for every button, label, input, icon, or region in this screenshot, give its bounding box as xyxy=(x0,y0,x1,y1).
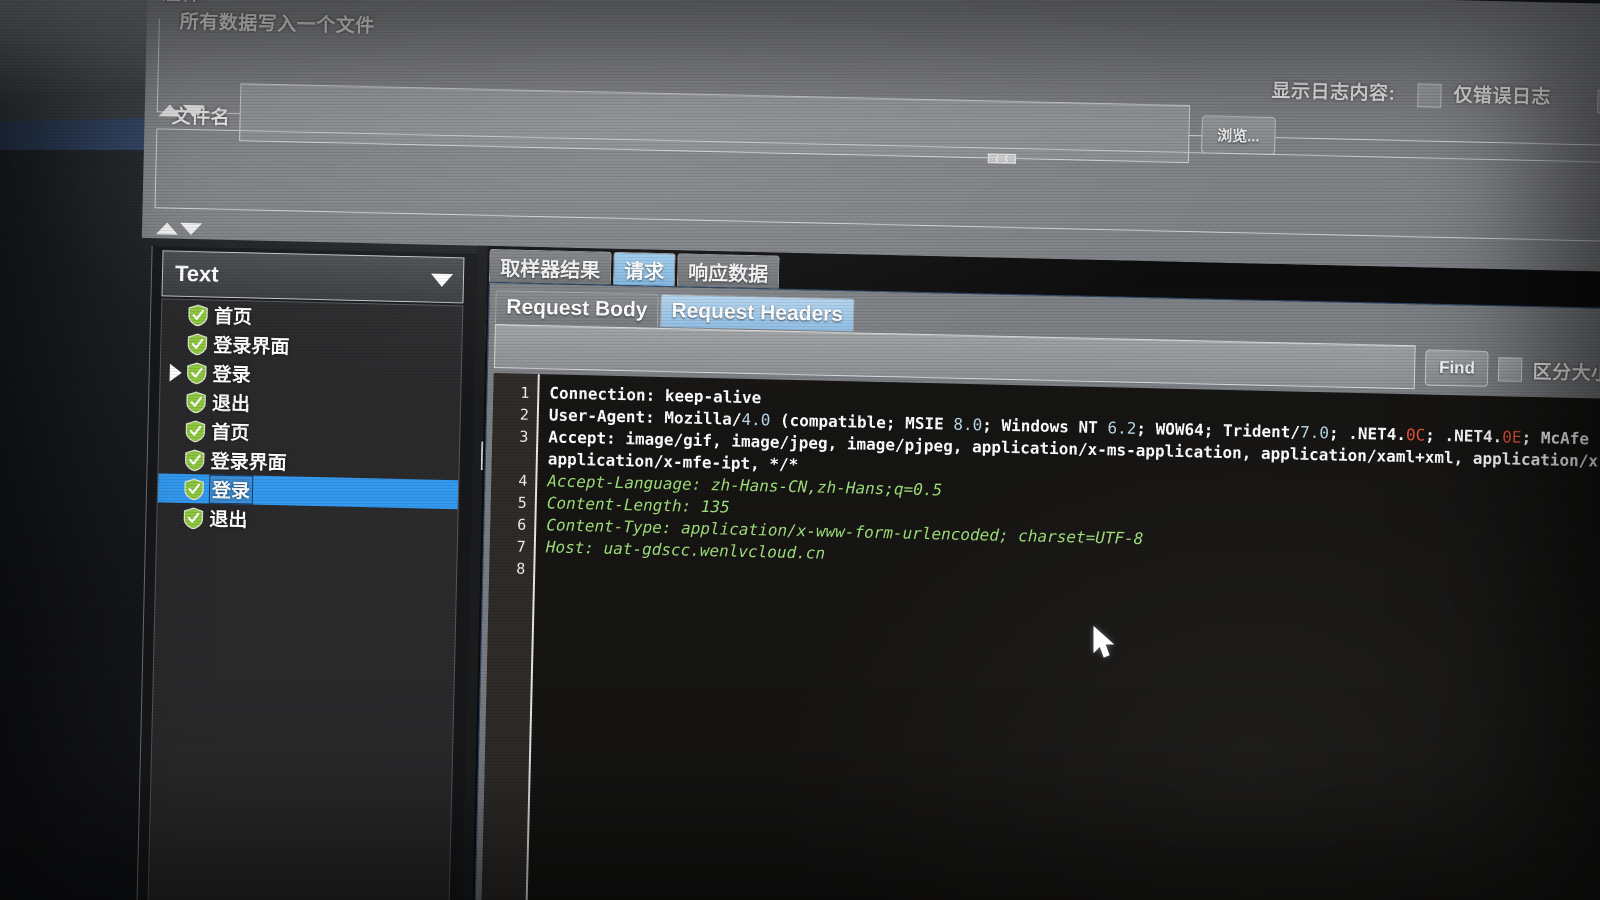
jmeter-window: 注释: 所有数据写入一个文件 文件名 浏览... 显示日志内容: 仅错误日志 查… xyxy=(125,0,1600,900)
chevron-down-icon[interactable] xyxy=(430,273,454,287)
line-number: 4 xyxy=(518,471,528,490)
code-token: 0E xyxy=(1502,427,1522,447)
request-pane: Request Body Request Headers Find 区分大小写 1… xyxy=(473,281,1600,900)
code-token: ; McAfe xyxy=(1521,427,1590,449)
line-number: 1 xyxy=(520,383,530,402)
code-token: Connection: keep-alive xyxy=(549,383,762,408)
success-shield-icon xyxy=(184,478,204,500)
tree-item-label: 首页 xyxy=(213,306,253,329)
splitter-arrows-top[interactable] xyxy=(158,104,205,118)
collapse-up-icon[interactable] xyxy=(158,104,181,117)
tree-item-label: 登录界面 xyxy=(210,451,287,475)
expand-caret-icon[interactable] xyxy=(165,363,187,382)
line-number: 8 xyxy=(516,559,526,578)
tree-item-label: 首页 xyxy=(211,422,250,445)
results-tree-panel: Text 首页 登录界面 登录 退出 首页 登录界面 登录 退出 xyxy=(135,246,484,900)
errors-only-checkbox[interactable] xyxy=(1417,83,1442,108)
success-shield-icon xyxy=(186,391,206,413)
collapse-down-icon[interactable] xyxy=(182,104,205,118)
request-headers-viewer[interactable]: 1 2 3 4 5 6 7 8 Connection: keep-alive User-Agen… xyxy=(480,373,1600,900)
line-number xyxy=(492,447,528,470)
splitter-grip-icon[interactable]: ▨▨▨ xyxy=(987,150,1015,165)
request-subtab-0[interactable]: Request Body xyxy=(494,290,659,327)
code-token: ; .NET4. xyxy=(1328,423,1407,445)
success-shield-icon xyxy=(187,333,208,355)
code-token: 6.2 xyxy=(1107,418,1137,438)
monitor-photo: 注释: 所有数据写入一个文件 文件名 浏览... 显示日志内容: 仅错误日志 查… xyxy=(0,0,1600,900)
code-token: 8.0 xyxy=(953,414,983,435)
request-headers-text: Connection: keep-alive User-Agent: Mozill… xyxy=(524,374,1600,900)
errors-only-label: 仅错误日志 xyxy=(1453,85,1552,109)
render-format-value: Text xyxy=(174,260,219,287)
code-token: 7.0 xyxy=(1299,422,1330,443)
browse-button[interactable]: 浏览... xyxy=(1201,115,1276,156)
code-token: ; WOW64; Trident/ xyxy=(1136,418,1301,442)
line-number: 6 xyxy=(517,515,527,534)
search-panel: 查找: 区分大小写 正则表达式 查找 重置 ▨▨▨ xyxy=(154,128,1600,366)
code-token: 4.0 xyxy=(741,409,771,430)
render-format-combo[interactable]: Text xyxy=(161,250,465,304)
success-shield-icon xyxy=(183,507,204,529)
code-token: Host: uat-gdscc.wenlvcloud.cn xyxy=(545,537,826,563)
inline-case-checkbox[interactable] xyxy=(1498,357,1523,382)
top-settings-panel: 注释: 所有数据写入一个文件 文件名 浏览... 显示日志内容: 仅错误日志 查… xyxy=(141,0,1600,366)
sampler-detail-pane: 取样器结果 请求 响应数据 Request Body Request Headers … xyxy=(471,245,1600,900)
success-shield-icon xyxy=(188,304,208,326)
success-shield-icon xyxy=(185,420,206,442)
groupbox-title: 所有数据写入一个文件 xyxy=(173,6,382,39)
caret-right-icon[interactable] xyxy=(169,363,182,382)
tree-item-label: 退出 xyxy=(211,393,251,416)
tree-item-label: 登录 xyxy=(212,364,251,387)
detail-tab-2[interactable]: 响应数据 xyxy=(676,253,780,289)
code-token: Content-Length: 135 xyxy=(546,493,731,517)
tree-item-label: 登录 xyxy=(208,474,254,505)
splitter-arrows-bottom[interactable] xyxy=(155,222,203,236)
collapse-up-icon-2[interactable] xyxy=(155,222,179,235)
detail-tab-0[interactable]: 取样器结果 xyxy=(488,248,612,285)
request-subtab-1[interactable]: Request Headers xyxy=(660,293,855,332)
line-number: 7 xyxy=(516,537,527,556)
results-tree[interactable]: 首页 登录界面 登录 退出 首页 登录界面 登录 退出 xyxy=(146,298,464,900)
tree-item-label: 登录界面 xyxy=(213,335,290,359)
code-token: (compatible; MSIE xyxy=(770,410,954,434)
code-token: 0C xyxy=(1405,425,1426,445)
code-token: ; Windows NT xyxy=(982,415,1108,438)
success-shield-icon xyxy=(185,449,205,471)
tree-item-label: 退出 xyxy=(209,509,248,532)
show-log-label: 显示日志内容: xyxy=(1271,80,1396,105)
tree-item-7[interactable]: 退出 xyxy=(157,502,458,538)
comment-label: 注释: xyxy=(161,0,207,6)
code-token: User-Agent: Mozilla/ xyxy=(548,405,742,429)
inline-case-label: 区分大小写 xyxy=(1532,361,1600,385)
line-number: 3 xyxy=(519,427,529,446)
inline-find-button[interactable]: Find xyxy=(1424,349,1490,387)
collapse-down-icon-2[interactable] xyxy=(179,222,203,236)
success-shield-icon xyxy=(187,362,207,384)
line-number: 2 xyxy=(519,405,530,424)
code-token: ; .NET4. xyxy=(1425,425,1503,447)
line-number: 5 xyxy=(517,493,528,512)
detail-tab-1[interactable]: 请求 xyxy=(612,251,676,287)
